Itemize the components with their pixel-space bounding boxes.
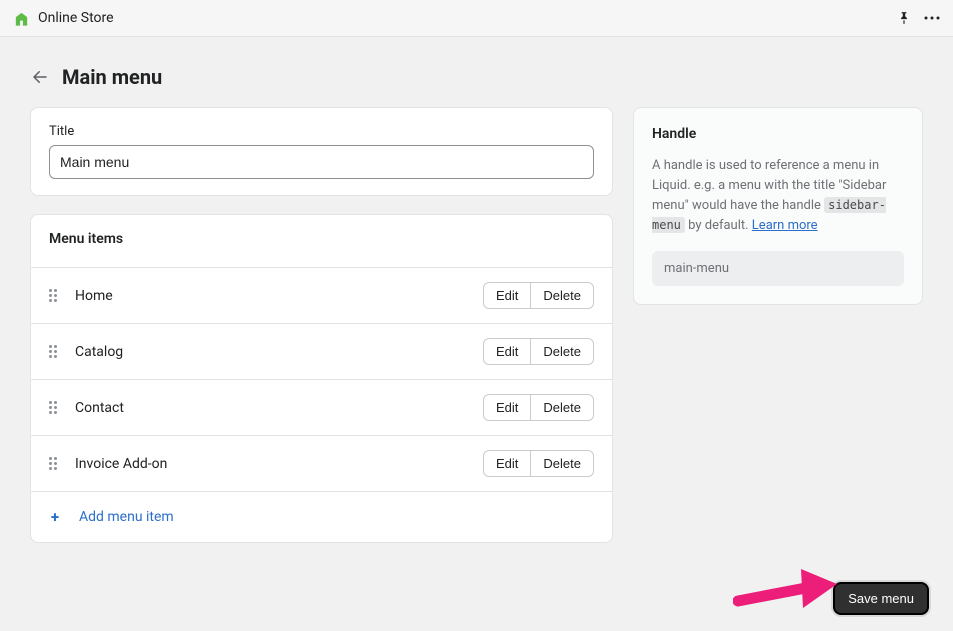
topbar-left: Online Store [12, 9, 114, 27]
topbar-title: Online Store [38, 10, 114, 26]
content: Title Menu items Home Edit Delete Cata [0, 107, 953, 561]
annotation-arrow-icon [733, 563, 843, 623]
edit-button[interactable]: Edit [483, 394, 531, 421]
menu-items-heading: Menu items [31, 215, 612, 267]
title-label: Title [49, 124, 594, 139]
drag-handle-icon[interactable] [49, 289, 61, 303]
menu-item-label: Invoice Add-on [75, 456, 469, 472]
topbar-right [897, 11, 941, 25]
learn-more-link[interactable]: Learn more [752, 218, 818, 233]
back-arrow-icon[interactable] [30, 67, 50, 87]
main-column: Title Menu items Home Edit Delete Cata [30, 107, 613, 561]
save-menu-button[interactable]: Save menu [833, 582, 929, 615]
plus-icon: + [49, 508, 61, 526]
pin-icon[interactable] [897, 11, 911, 25]
drag-handle-icon[interactable] [49, 345, 61, 359]
menu-items-list: Home Edit Delete Catalog Edit Delete [31, 267, 612, 542]
menu-item-row: Catalog Edit Delete [31, 324, 612, 380]
add-menu-item-row[interactable]: + Add menu item [31, 492, 612, 542]
title-card: Title [30, 107, 613, 196]
edit-button[interactable]: Edit [483, 282, 531, 309]
handle-card: Handle A handle is used to reference a m… [633, 107, 923, 305]
handle-desc-post: by default. [685, 218, 752, 233]
menu-item-row: Invoice Add-on Edit Delete [31, 436, 612, 492]
menu-item-label: Home [75, 288, 469, 304]
menu-item-actions: Edit Delete [483, 450, 594, 477]
page-header: Main menu [0, 37, 953, 107]
handle-description: A handle is used to reference a menu in … [652, 156, 904, 237]
menu-item-actions: Edit Delete [483, 282, 594, 309]
menu-item-actions: Edit Delete [483, 338, 594, 365]
edit-button[interactable]: Edit [483, 338, 531, 365]
add-menu-item-link[interactable]: Add menu item [79, 509, 174, 525]
page-title: Main menu [62, 65, 162, 89]
edit-button[interactable]: Edit [483, 450, 531, 477]
more-icon[interactable] [923, 11, 941, 25]
handle-title: Handle [652, 126, 904, 142]
drag-handle-icon[interactable] [49, 401, 61, 415]
delete-button[interactable]: Delete [531, 394, 594, 421]
menu-item-row: Contact Edit Delete [31, 380, 612, 436]
handle-value[interactable]: main-menu [652, 251, 904, 286]
delete-button[interactable]: Delete [531, 338, 594, 365]
menu-item-label: Contact [75, 400, 469, 416]
topbar: Online Store [0, 0, 953, 37]
menu-item-row: Home Edit Delete [31, 268, 612, 324]
side-column: Handle A handle is used to reference a m… [633, 107, 923, 305]
delete-button[interactable]: Delete [531, 282, 594, 309]
delete-button[interactable]: Delete [531, 450, 594, 477]
drag-handle-icon[interactable] [49, 457, 61, 471]
title-input[interactable] [49, 145, 594, 179]
app-icon [12, 9, 30, 27]
menu-item-actions: Edit Delete [483, 394, 594, 421]
menu-items-card: Menu items Home Edit Delete Catalog Edit [30, 214, 613, 543]
menu-item-label: Catalog [75, 344, 469, 360]
